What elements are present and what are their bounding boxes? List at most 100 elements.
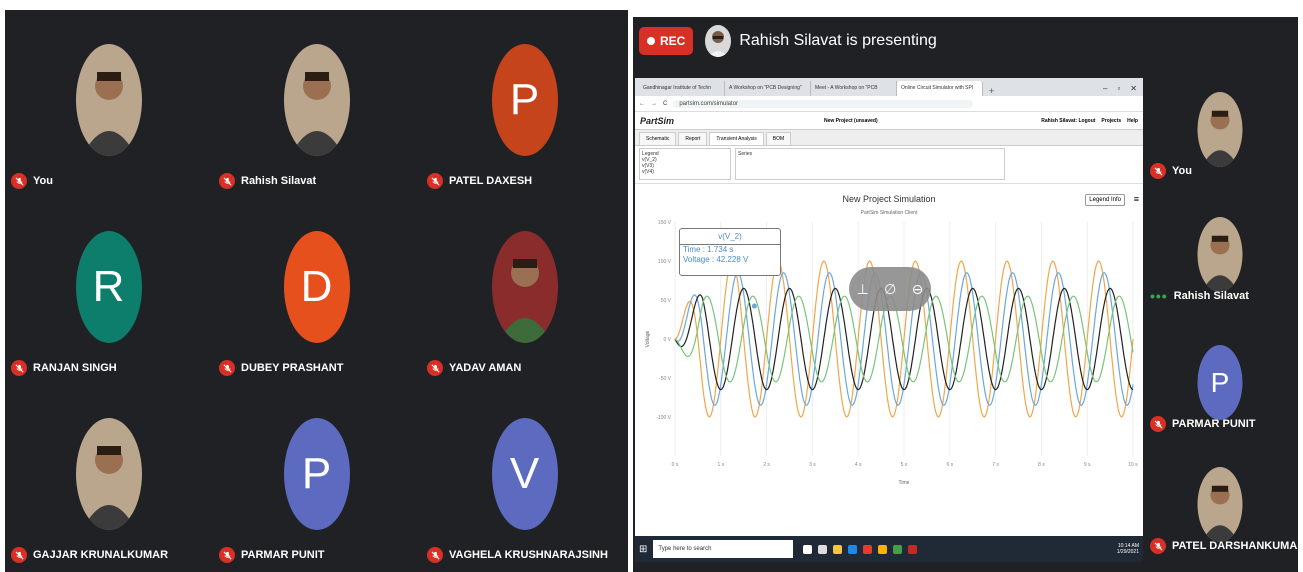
maximize-icon[interactable]: ▫: [1117, 84, 1120, 93]
participant-tile[interactable]: Rahish Silavat: [213, 10, 420, 197]
browser-tab[interactable]: A Workshop on "PCB Designing": [725, 81, 811, 96]
y-tick-label: 150 V: [658, 220, 672, 226]
participant-tile[interactable]: YADAV AMAN: [421, 197, 628, 384]
participant-grid: You Rahish Silavat P PATEL DAXESH R RANJAN SI…: [5, 10, 628, 572]
partsim-tabs: Schematic Report Transient Analysis BOM: [635, 130, 1143, 146]
remove-icon[interactable]: ⊖: [912, 281, 924, 298]
participant-label: PARMAR PUNIT: [241, 549, 325, 561]
edge-icon[interactable]: [848, 544, 858, 554]
logout-link[interactable]: Rahish Silavat: Logout: [1041, 118, 1095, 124]
mic-off-icon: [427, 173, 443, 189]
windows-taskbar: ⊞ Type here to search 10:14 AM 1/29/2021: [635, 536, 1143, 562]
minimize-icon[interactable]: –: [1103, 84, 1107, 93]
avatar: D: [283, 231, 350, 343]
avatar: R: [75, 231, 142, 343]
participant-name: YADAV AMAN: [427, 360, 521, 376]
file-explorer-icon[interactable]: [818, 544, 828, 554]
mic-off-icon: [11, 173, 27, 189]
participant-label: You: [1172, 165, 1192, 177]
mic-off-icon: [1150, 538, 1166, 554]
speaking-indicator-icon: •••: [1150, 288, 1168, 304]
participant-tile[interactable]: P PARMAR PUNIT: [213, 384, 420, 571]
forward-icon[interactable]: →: [651, 101, 657, 107]
participant-name: You: [11, 173, 53, 189]
participant-label: Rahish Silavat: [241, 175, 317, 187]
close-icon[interactable]: ✕: [1130, 84, 1137, 93]
project-name: New Project (unsaved): [824, 117, 878, 124]
projects-link[interactable]: Projects: [1101, 118, 1121, 124]
url-input[interactable]: partsim.com/simulator: [673, 99, 974, 108]
x-axis-label: Time: [899, 480, 910, 486]
participant-label: You: [33, 175, 53, 187]
participant-tile[interactable]: V VAGHELA KRUSHNARAJSINH: [421, 384, 628, 571]
back-icon[interactable]: ←: [639, 101, 645, 107]
chrome-icon[interactable]: [863, 544, 873, 554]
avatar: [283, 44, 350, 156]
tab-report[interactable]: Report: [678, 132, 708, 145]
participant-tile[interactable]: D DUBEY PRASHANT: [213, 197, 420, 384]
folder-icon[interactable]: [833, 544, 843, 554]
presenter-avatar: [705, 25, 732, 57]
shared-screen: Gandhinagar Institute of Techn A Workshop…: [635, 78, 1143, 562]
search-placeholder: Type here to search: [658, 546, 712, 552]
store-icon[interactable]: [893, 544, 903, 554]
mic-off-icon: [1150, 163, 1166, 179]
chart: 0 s 1 s 2 s 3 s 4 s 5 s 6 s 7 s 8 s 9 s 10 s 150 V 1…: [635, 184, 1143, 504]
avatar-letter: D: [300, 262, 333, 311]
avatar: [1197, 217, 1243, 292]
avatar: [1197, 92, 1243, 167]
x-tick-label: 8 s: [1038, 462, 1045, 468]
rec-label: REC: [660, 34, 686, 48]
participant-tile[interactable]: You: [5, 10, 212, 197]
participant-name: PARMAR PUNIT: [219, 547, 325, 563]
participant-tile[interactable]: R RANJAN SINGH: [5, 197, 212, 384]
participant-tile[interactable]: P PATEL DAXESH: [421, 10, 628, 197]
y-tick-label: 100 V: [658, 259, 672, 265]
tab-transient-analysis[interactable]: Transient Analysis: [709, 132, 764, 145]
new-tab-button[interactable]: +: [983, 86, 1000, 96]
participant-label: PATEL DARSHANKUMAR: [1172, 540, 1303, 552]
legend-item[interactable]: v(V4): [642, 169, 728, 175]
taskbar-search[interactable]: Type here to search: [653, 540, 794, 558]
task-view-icon[interactable]: [803, 544, 813, 554]
mic-off-icon: [11, 547, 27, 563]
avatar-letter: R: [92, 262, 125, 311]
legend-info-button[interactable]: Legend Info: [1085, 194, 1125, 206]
legend-area: Legend v(V_2) v(V3) v(V4) Series: [635, 146, 1143, 184]
browser-tab[interactable]: Meet - A Workshop on "PCB: [811, 81, 897, 96]
x-tick-label: 9 s: [1084, 462, 1091, 468]
series-label: Series: [738, 151, 753, 157]
participant-name: PATEL DAXESH: [427, 173, 532, 189]
partsim-header: PartSim New Project (unsaved) Rahish Sil…: [635, 112, 1143, 130]
mic-off-icon: [427, 547, 443, 563]
help-link[interactable]: Help: [1127, 118, 1138, 124]
hamburger-menu-icon[interactable]: ≡: [1134, 194, 1139, 204]
windows-start-icon[interactable]: ⊞: [639, 544, 647, 555]
avatar-letter: P: [301, 449, 332, 498]
mute-icon[interactable]: ∅: [884, 281, 896, 298]
pin-icon[interactable]: ⊥: [857, 281, 869, 298]
reload-icon[interactable]: C: [663, 101, 667, 107]
hover-point: [751, 303, 757, 309]
browser-tab[interactable]: Online Circuit Simulator with SPI: [897, 81, 983, 96]
partsim-logo: PartSim: [640, 115, 675, 126]
y-tick-label: 50 V: [661, 298, 672, 304]
participant-label: YADAV AMAN: [449, 362, 522, 374]
avatar-letter: P: [509, 75, 540, 124]
powerpoint-icon[interactable]: [908, 544, 918, 554]
app-icon[interactable]: [878, 544, 888, 554]
avatar: [75, 418, 142, 530]
participant-tile[interactable]: GAJJAR KRUNALKUMAR: [5, 384, 212, 571]
series-box[interactable]: Series: [735, 148, 1005, 180]
rec-button[interactable]: REC: [639, 27, 694, 55]
participant-name: PATEL DARSHANKUMAR: [1150, 538, 1303, 554]
chart-tooltip: v(V_2) Time : 1.734 s Voltage : 42.228 V: [679, 228, 781, 276]
mic-off-icon: [427, 360, 443, 376]
rec-dot-icon: [647, 37, 655, 45]
tab-schematic[interactable]: Schematic: [639, 132, 677, 145]
legend-list[interactable]: Legend v(V_2) v(V3) v(V4): [639, 148, 731, 180]
browser-tab[interactable]: Gandhinagar Institute of Techn: [639, 81, 725, 96]
tab-bom[interactable]: BOM: [765, 132, 792, 145]
url-bar: ← → C partsim.com/simulator: [635, 96, 1143, 112]
participant-name: You: [1150, 163, 1192, 179]
